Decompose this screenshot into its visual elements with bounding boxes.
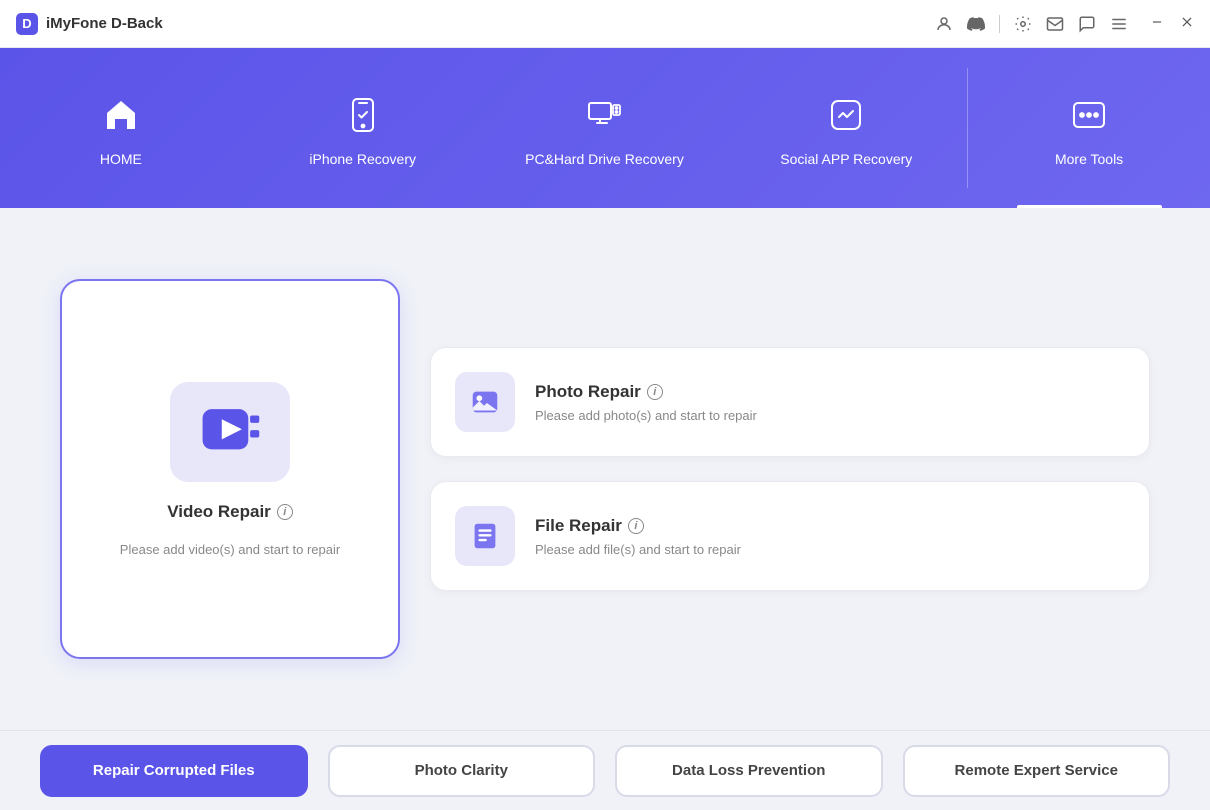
tab-data-loss[interactable]: Data Loss Prevention <box>615 745 883 797</box>
minimize-button[interactable] <box>1150 15 1164 32</box>
app-logo-badge: D <box>16 13 38 35</box>
discord-icon[interactable] <box>967 15 985 33</box>
tab-photo-clarity[interactable]: Photo Clarity <box>328 745 596 797</box>
nav-label-more-tools: More Tools <box>1055 151 1123 167</box>
nav-item-more-tools[interactable]: More Tools <box>968 48 1210 208</box>
nav-item-iphone[interactable]: iPhone Recovery <box>242 48 484 208</box>
video-repair-info-icon[interactable]: i <box>277 504 293 520</box>
pc-icon <box>578 89 630 141</box>
cards-right: Photo Repair i Please add photo(s) and s… <box>430 347 1150 591</box>
chat-icon[interactable] <box>1078 15 1096 33</box>
video-repair-desc: Please add video(s) and start to repair <box>120 542 340 557</box>
nav-active-indicator <box>1017 205 1162 208</box>
app-title: iMyFone D-Back <box>46 15 163 32</box>
separator <box>999 15 1000 33</box>
close-button[interactable] <box>1180 15 1194 32</box>
title-bar: D iMyFone D-Back <box>0 0 1210 48</box>
home-icon <box>95 89 147 141</box>
nav-label-pc: PC&Hard Drive Recovery <box>525 151 684 167</box>
title-bar-icons <box>935 15 1194 33</box>
main-content: Video Repair i Please add video(s) and s… <box>0 208 1210 730</box>
photo-repair-info-icon[interactable]: i <box>647 384 663 400</box>
person-icon[interactable] <box>935 15 953 33</box>
iphone-icon <box>337 89 389 141</box>
nav-label-home: HOME <box>100 151 142 167</box>
tab-remote-expert[interactable]: Remote Expert Service <box>903 745 1171 797</box>
nav-label-iphone: iPhone Recovery <box>309 151 416 167</box>
tab-repair-corrupted[interactable]: Repair Corrupted Files <box>40 745 308 797</box>
card-file-repair[interactable]: File Repair i Please add file(s) and sta… <box>430 481 1150 591</box>
file-repair-title: File Repair i <box>535 516 741 536</box>
card-video-repair[interactable]: Video Repair i Please add video(s) and s… <box>60 279 400 659</box>
photo-repair-title: Photo Repair i <box>535 382 757 402</box>
photo-repair-icon <box>455 372 515 432</box>
photo-repair-content: Photo Repair i Please add photo(s) and s… <box>535 382 757 423</box>
file-repair-icon <box>455 506 515 566</box>
mail-icon[interactable] <box>1046 15 1064 33</box>
nav-item-home[interactable]: HOME <box>0 48 242 208</box>
file-repair-desc: Please add file(s) and start to repair <box>535 542 741 557</box>
card-photo-repair[interactable]: Photo Repair i Please add photo(s) and s… <box>430 347 1150 457</box>
video-repair-title: Video Repair i <box>167 502 293 522</box>
file-repair-content: File Repair i Please add file(s) and sta… <box>535 516 741 557</box>
app-logo: D iMyFone D-Back <box>16 13 163 35</box>
bottom-bar: Repair Corrupted Files Photo Clarity Dat… <box>0 730 1210 810</box>
nav-item-social[interactable]: Social APP Recovery <box>725 48 967 208</box>
settings-icon[interactable] <box>1014 15 1032 33</box>
more-tools-icon <box>1063 89 1115 141</box>
window-controls <box>1150 15 1194 32</box>
photo-repair-desc: Please add photo(s) and start to repair <box>535 408 757 423</box>
file-repair-info-icon[interactable]: i <box>628 518 644 534</box>
video-repair-icon-wrap <box>170 382 290 482</box>
menu-icon[interactable] <box>1110 15 1128 33</box>
nav-label-social: Social APP Recovery <box>780 151 912 167</box>
nav-item-pc[interactable]: PC&Hard Drive Recovery <box>484 48 726 208</box>
nav-bar: HOME iPhone Recovery PC&Hard Drive Recov… <box>0 48 1210 208</box>
social-icon <box>820 89 872 141</box>
